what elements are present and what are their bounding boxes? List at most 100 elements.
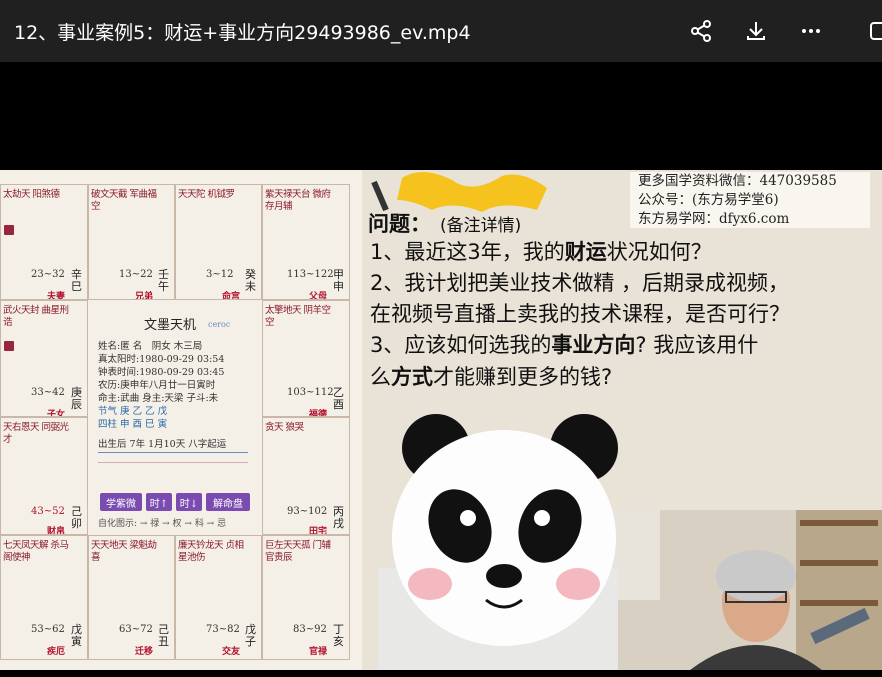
cell-range: 83~92 — [293, 624, 327, 635]
cell-range: 103~112 — [287, 387, 334, 398]
download-icon — [747, 22, 765, 40]
cell-palace: 迁移 — [135, 647, 154, 657]
window-icon — [870, 22, 882, 40]
cell-stem: 甲申 — [333, 268, 344, 293]
q3b-text: 么 — [370, 365, 391, 389]
info-line: 更多国学资料微信：447039585 — [638, 173, 837, 189]
cell-palace: 夫妻 — [47, 292, 66, 300]
time-down-button[interactable]: 时↓ — [176, 493, 202, 511]
question-heading: 问题： — [368, 212, 431, 236]
chart-cell: 太擎地天 阴羊空空 103~112 乙酉 福德 — [262, 300, 350, 417]
chart-cell: 太劫天 阳煞德 23~32 辛巳 夫妻 — [0, 184, 88, 300]
ziwei-chart: 太劫天 阳煞德 23~32 辛巳 夫妻 破文天截 军曲福空 13~22 壬午 兄… — [0, 170, 362, 670]
video-frame[interactable]: 太劫天 阳煞德 23~32 辛巳 夫妻 破文天截 军曲福空 13~22 壬午 兄… — [0, 170, 882, 670]
chart-info-row: 真太阳时:1980-09-29 03:54 — [98, 354, 225, 365]
cell-range: 23~32 — [31, 269, 65, 280]
chart-center-title: 文墨天机 — [144, 318, 197, 333]
chart-center-info: 文墨天机 ceroc 姓名:匿 名 阴女 木三局 真太阳时:1980-09-29… — [88, 300, 262, 535]
chart-info-row: 农历:庚申年八月廿一日寅时 — [98, 380, 216, 391]
contact-info-box: 更多国学资料微信：447039585 公众号：(东方易学堂6) 东方易学网：df… — [630, 172, 870, 228]
title-bar: 12、事业案例5：财运+事业方向29493986_ev.mp4 — [0, 0, 882, 62]
question-note: (备注详情) — [440, 216, 522, 236]
cell-stem: 戊寅 — [71, 623, 82, 648]
q3b-text: 才能赚到更多的钱? — [433, 365, 613, 389]
cell-stars: 巨左天天孤 门辅官贵辰 — [265, 540, 331, 563]
cell-stem: 丙戌 — [333, 505, 344, 530]
chart-info-row: 出生后 7年 1月10天 八字起运 — [98, 439, 227, 450]
cell-stars: 贪天 狼哭 — [265, 422, 304, 433]
info-line: 东方易学网：dfyx6.com — [638, 211, 790, 227]
time-up-button[interactable]: 时↑ — [146, 493, 172, 511]
q3-text: ? 我应该用什 — [635, 333, 759, 357]
chart-cell: 破文天截 军曲福空 13~22 壬午 兄弟 — [88, 184, 175, 300]
cell-range: 43~52 — [31, 506, 65, 517]
cell-stars: 太劫天 阳煞德 — [3, 189, 60, 200]
learn-ziwei-button[interactable]: 学紫微 — [100, 493, 142, 511]
cell-stars: 廉天钤龙天 贞相星池伤 — [178, 540, 244, 563]
cell-range: 113~122 — [287, 269, 334, 280]
cell-palace: 财帛 — [47, 527, 66, 535]
cell-palace: 官禄 — [309, 647, 328, 657]
chart-info-row: 节气 庚 乙 乙 戊 — [98, 406, 168, 417]
cell-range: 13~22 — [119, 269, 153, 280]
chart-info-row: 命主:武曲 身主:天梁 子斗:未 — [98, 393, 219, 404]
chart-cell: 廉天钤龙天 贞相星池伤 73~82 戊子 交友 — [175, 535, 262, 660]
question-3a: 3、应该如何选我的事业方向? 我应该用什 — [370, 329, 758, 359]
q1-bold: 财运 — [564, 240, 607, 264]
chart-legend: 自化图示: → 禄 → 权 → 科 → 忌 — [98, 519, 227, 529]
q1-text: 1、最近这3年，我的 — [370, 240, 565, 264]
cell-stars: 天右恩天 同弼光才 — [3, 422, 69, 445]
cell-palace: 田宅 — [309, 527, 328, 535]
cell-tag — [4, 225, 14, 235]
interpret-chart-button[interactable]: 解命盘 — [206, 493, 250, 511]
cell-stars: 破文天截 军曲福空 — [91, 189, 157, 212]
q1-text: 状况如何？ — [606, 240, 712, 264]
cell-palace: 子女 — [47, 410, 66, 417]
cell-stem: 丁亥 — [333, 623, 344, 648]
presenter-image — [600, 510, 882, 670]
q3b-bold: 方式 — [391, 365, 433, 389]
question-2b: 在视频号直播上卖我的技术课程，是否可行？ — [370, 302, 790, 326]
cell-palace: 父母 — [309, 292, 328, 300]
cell-palace: 交友 — [222, 647, 241, 657]
cell-stars: 天天陀 机钺罗 — [178, 189, 235, 200]
chart-divider — [98, 462, 248, 463]
cell-range: 63~72 — [119, 624, 153, 635]
chart-cell: 紫天禄天台 微府存月辅 113~122 甲申 父母 — [262, 184, 350, 300]
info-line: 公众号：(东方易学堂6) — [638, 192, 779, 208]
q3-text: 3、应该如何选我的 — [370, 333, 552, 357]
chart-cell: 贪天 狼哭 93~102 丙戌 田宅 — [262, 417, 350, 535]
cell-range: 53~62 — [31, 624, 65, 635]
panda-image — [378, 414, 618, 670]
picture-in-picture-button[interactable] — [864, 16, 882, 46]
more-button[interactable] — [796, 16, 826, 46]
cell-stem: 癸未 — [245, 268, 256, 293]
download-button[interactable] — [741, 16, 771, 46]
cell-stem: 辛巳 — [71, 268, 82, 293]
cell-range: 3~12 — [206, 269, 234, 280]
question-1: 1、最近这3年，我的财运状况如何？ — [370, 236, 712, 266]
chart-center-sub: ceroc — [208, 320, 231, 329]
chart-cell: 巨左天天孤 门辅官贵辰 83~92 丁亥 官禄 — [262, 535, 350, 660]
cell-stem: 己丑 — [158, 623, 169, 648]
cell-stem: 乙酉 — [333, 386, 344, 411]
cell-tag — [4, 341, 14, 351]
chart-info-row: 姓名:匿 名 阴女 木三局 — [98, 341, 203, 352]
cell-range: 93~102 — [287, 506, 328, 517]
cell-stem: 庚辰 — [71, 386, 82, 411]
more-icon — [802, 29, 820, 33]
cell-palace: 福德 — [309, 410, 328, 417]
cell-stars: 太擎地天 阴羊空空 — [265, 305, 331, 328]
cell-range: 33~42 — [31, 387, 65, 398]
cell-stem: 己卯 — [71, 505, 82, 530]
cell-palace: 疾厄 — [47, 647, 66, 657]
cell-stars: 天天地天 梁魁劫喜 — [91, 540, 157, 563]
cell-stars: 武火天封 曲星刑诰 — [3, 305, 69, 328]
chart-info-row: 四柱 申 酉 巳 寅 — [98, 419, 168, 430]
cell-stars: 紫天禄天台 微府存月辅 — [265, 189, 331, 212]
share-button[interactable] — [686, 16, 716, 46]
webcam-inset — [600, 510, 882, 670]
cell-stem: 壬午 — [158, 268, 169, 293]
chart-cell: 天右恩天 同弼光才 43~52 己卯 财帛 — [0, 417, 88, 535]
chart-cell: 天天地天 梁魁劫喜 63~72 己丑 迁移 — [88, 535, 175, 660]
